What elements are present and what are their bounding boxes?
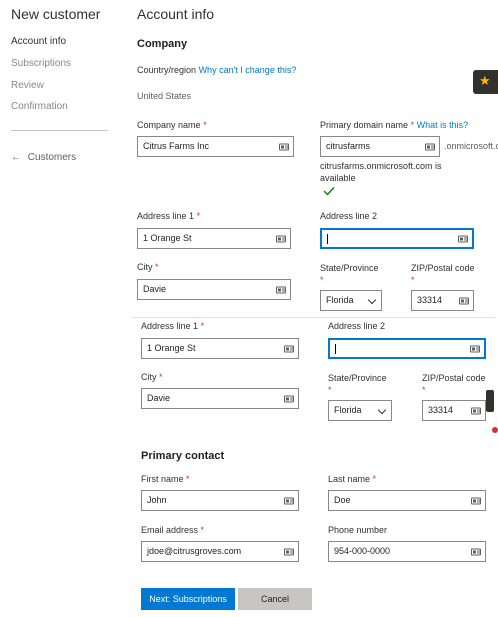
contact-card-icon <box>284 548 294 555</box>
contact-card-icon <box>459 297 469 304</box>
address2-city-input[interactable]: Davie <box>141 388 299 409</box>
address2-line2-label: Address line 2 <box>328 321 386 331</box>
domain-input[interactable]: citrusfarms <box>320 136 440 157</box>
address1-line2-input[interactable] <box>320 228 474 249</box>
nav-item-account-info[interactable]: Account info <box>11 36 66 47</box>
address1-zip-input[interactable]: 33314 <box>411 290 474 311</box>
cancel-button[interactable]: Cancel <box>238 588 312 610</box>
page-title: Account info <box>137 6 215 22</box>
last-name-label: Last name * <box>328 474 377 484</box>
domain-status: citrusfarms.onmicrosoft.com is available <box>320 161 442 183</box>
nav-item-confirmation[interactable]: Confirmation <box>11 101 68 112</box>
address1-state-label: State/Province * <box>320 263 379 285</box>
phone-label: Phone number <box>328 525 388 535</box>
country-label: Country/region Why can't I change this? <box>137 65 297 75</box>
address2-zip-input[interactable]: 33314 <box>422 400 486 421</box>
company-name-label: Company name * <box>137 120 207 130</box>
address1-city-input[interactable]: Davie <box>137 279 291 300</box>
address2-line1-input[interactable]: 1 Orange St <box>141 338 299 359</box>
chevron-down-icon <box>377 405 387 415</box>
email-input[interactable]: jdoe@citrusgroves.com <box>141 541 299 562</box>
address2-line2-input[interactable] <box>328 338 486 359</box>
company-name-input[interactable]: Citrus Farms Inc <box>137 136 294 157</box>
wizard-title: New customer <box>11 6 101 22</box>
address1-line2-label: Address line 2 <box>320 211 378 221</box>
contact-card-icon <box>284 345 294 352</box>
contact-card-icon <box>276 235 286 242</box>
domain-suffix: .onmicrosoft.com <box>444 141 498 151</box>
first-name-input[interactable]: John <box>141 490 299 511</box>
first-name-label: First name * <box>141 474 190 484</box>
scroll-handle[interactable] <box>486 390 494 412</box>
what-is-this-link[interactable]: What is this? <box>417 120 469 130</box>
phone-input[interactable]: 954-000-0000 <box>328 541 486 562</box>
contact-card-icon <box>284 395 294 402</box>
contact-card-icon <box>470 345 480 352</box>
address1-state-select[interactable]: Florida <box>320 290 382 311</box>
last-name-input[interactable]: Doe <box>328 490 486 511</box>
country-value: United States <box>137 91 192 101</box>
nav-item-subscriptions[interactable]: Subscriptions <box>11 58 71 69</box>
address2-city-label: City * <box>141 372 163 382</box>
address1-zip-label: ZIP/Postal code * <box>411 263 475 285</box>
contact-card-icon <box>471 407 481 414</box>
next-subscriptions-button[interactable]: Next: Subscriptions <box>141 588 235 610</box>
why-cant-i-change-link[interactable]: Why can't I change this? <box>199 65 297 75</box>
contact-card-icon <box>471 497 481 504</box>
contact-card-icon <box>284 497 294 504</box>
address2-zip-label: ZIP/Postal code * <box>422 373 486 395</box>
email-label: Email address * <box>141 525 205 535</box>
star-icon: ★ <box>479 73 491 88</box>
company-section-title: Company <box>137 38 188 50</box>
section-divider <box>131 317 495 318</box>
contact-card-icon <box>276 286 286 293</box>
address2-state-label: State/Province * <box>328 373 387 395</box>
address1-line1-label: Address line 1 * <box>137 211 201 221</box>
contact-card-icon <box>458 235 468 242</box>
chevron-down-icon <box>367 295 377 305</box>
back-link-label: Customers <box>27 152 77 163</box>
contact-card-icon <box>279 143 289 150</box>
notification-dot-icon <box>492 427 498 433</box>
primary-contact-title: Primary contact <box>141 450 225 462</box>
contact-card-icon <box>471 548 481 555</box>
nav-divider <box>11 130 108 131</box>
contact-card-icon <box>425 143 435 150</box>
address1-city-label: City * <box>137 262 159 272</box>
arrow-left-icon: ← <box>11 152 21 163</box>
address1-line1-input[interactable]: 1 Orange St <box>137 228 291 249</box>
favorite-button[interactable]: ★ <box>473 70 498 94</box>
address2-line1-label: Address line 1 * <box>141 321 205 331</box>
address2-state-select[interactable]: Florida <box>328 400 392 421</box>
back-to-customers-link[interactable]: ← Customers <box>11 152 76 163</box>
check-icon <box>323 183 335 201</box>
nav-item-review[interactable]: Review <box>11 80 44 91</box>
domain-label: Primary domain name * What is this? <box>320 120 469 130</box>
